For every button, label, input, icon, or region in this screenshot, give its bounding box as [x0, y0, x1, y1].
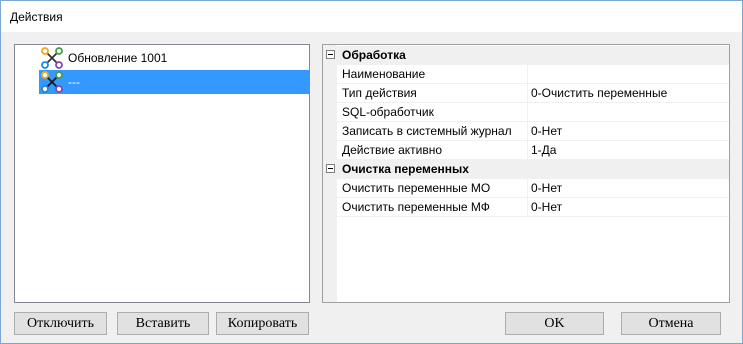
- property-name: Тип действия: [337, 84, 528, 103]
- tree-item-label: ---: [68, 75, 80, 89]
- property-value[interactable]: [528, 65, 729, 84]
- property-name: Действие активно: [337, 141, 528, 160]
- category-label: Очистка переменных: [342, 162, 469, 176]
- tree-item-separator[interactable]: ---: [39, 70, 309, 94]
- category-processing[interactable]: Обработка: [323, 46, 729, 65]
- property-name: SQL-обработчик: [337, 103, 528, 122]
- cancel-button[interactable]: Отмена: [621, 312, 721, 335]
- collapse-icon[interactable]: [326, 164, 335, 173]
- property-name: Очистить переменные МО: [337, 179, 528, 198]
- window-title: Действия: [10, 10, 63, 24]
- property-row[interactable]: Действие активно 1-Да: [323, 141, 729, 160]
- property-value[interactable]: [528, 103, 729, 122]
- actions-tree[interactable]: Обновление 1001 ---: [14, 44, 310, 303]
- property-value[interactable]: 0-Нет: [528, 122, 729, 141]
- collapse-icon[interactable]: [326, 50, 335, 59]
- property-value[interactable]: 1-Да: [528, 141, 729, 160]
- insert-button[interactable]: Вставить: [117, 312, 209, 335]
- property-row[interactable]: Записать в системный журнал 0-Нет: [323, 122, 729, 141]
- property-row[interactable]: Наименование: [323, 65, 729, 84]
- copy-button[interactable]: Копировать: [216, 312, 309, 335]
- tree-item-label: Обновление 1001: [68, 51, 168, 65]
- property-row[interactable]: Очистить переменные МО 0-Нет: [323, 179, 729, 198]
- category-clear-variables[interactable]: Очистка переменных: [323, 160, 729, 179]
- category-label: Обработка: [342, 48, 406, 62]
- title-bar[interactable]: Действия: [1, 1, 742, 32]
- property-row[interactable]: Тип действия 0-Очистить переменные: [323, 84, 729, 103]
- ok-button[interactable]: OK: [505, 312, 604, 335]
- disable-button[interactable]: Отключить: [14, 312, 107, 335]
- property-name: Наименование: [337, 65, 528, 84]
- property-row[interactable]: SQL-обработчик: [323, 103, 729, 122]
- property-value[interactable]: 0-Нет: [528, 198, 729, 217]
- property-value[interactable]: 0-Нет: [528, 179, 729, 198]
- action-node-icon: [41, 71, 63, 93]
- property-name: Очистить переменные МФ: [337, 198, 528, 217]
- property-name: Записать в системный журнал: [337, 122, 528, 141]
- tree-item-update[interactable]: Обновление 1001: [39, 46, 309, 70]
- actions-dialog: Действия Обновление 1001 --- Обработка Н…: [0, 0, 743, 344]
- property-value[interactable]: 0-Очистить переменные: [528, 84, 729, 103]
- action-node-icon: [41, 47, 63, 69]
- property-row[interactable]: Очистить переменные МФ 0-Нет: [323, 198, 729, 217]
- property-grid[interactable]: Обработка Наименование Тип действия 0-Оч…: [322, 44, 730, 303]
